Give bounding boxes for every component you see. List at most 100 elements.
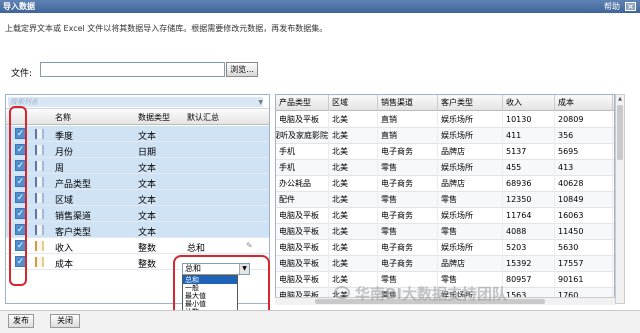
field-type[interactable]: 整数 [138, 241, 156, 254]
field-row[interactable]: ✓ 客户类型 文本 [6, 222, 269, 238]
preview-cell: 直销 [378, 112, 438, 128]
col-header-name: 名称 [55, 113, 71, 122]
field-name[interactable]: 区域 [55, 193, 73, 206]
preview-cell: 北美 [329, 144, 378, 160]
search-dropdown-icon[interactable]: ▼ [258, 99, 263, 106]
dimension-icon [35, 225, 44, 235]
preview-cell: 12350 [503, 192, 555, 208]
field-row[interactable]: ✓ 周文本 [6, 158, 269, 174]
preview-cell: 零售 [438, 224, 503, 240]
preview-cell: 4088 [503, 224, 555, 240]
preview-row: 电脑及平板 北美 零售 零售 4088 11450 [276, 224, 614, 240]
preview-cell: 北美 [329, 208, 378, 224]
dimension-icon [35, 209, 44, 219]
field-row[interactable]: ✓ 销售渠道 文本 [6, 206, 269, 222]
preview-cell: 5630 [555, 240, 613, 256]
field-type[interactable]: 文本 [138, 129, 156, 142]
field-name[interactable]: 季度 [55, 129, 73, 142]
scroll-thumb[interactable] [617, 105, 623, 160]
preview-cell: 455 [503, 160, 555, 176]
close-icon[interactable]: × [625, 2, 636, 11]
preview-cell: 零售 [378, 160, 438, 176]
preview-cell: 413 [555, 160, 613, 176]
preview-cell: 北美 [329, 192, 378, 208]
field-name[interactable]: 周 [55, 161, 64, 174]
preview-column-header[interactable]: 销售渠道 [378, 95, 438, 111]
file-label: 文件: [11, 69, 33, 79]
preview-cell: 电脑及平板 [276, 224, 329, 240]
preview-cell: 11450 [555, 224, 613, 240]
browse-button[interactable]: 浏览... [226, 62, 258, 77]
preview-cell: 电脑及平板 [276, 256, 329, 272]
preview-cell: 北美 [329, 160, 378, 176]
dimension-icon [35, 145, 44, 155]
file-path-input[interactable] [40, 62, 225, 77]
scroll-up-icon[interactable]: ▲ [616, 95, 624, 104]
vertical-scrollbar[interactable]: ▲ [615, 94, 625, 304]
preview-column-header[interactable]: 区域 [329, 95, 378, 111]
publish-button[interactable]: 发布 [8, 314, 34, 328]
preview-cell: 20809 [555, 112, 613, 128]
field-type[interactable]: 日期 [138, 145, 156, 158]
preview-cell: 15392 [503, 256, 555, 272]
preview-cell: 娱乐场所 [438, 208, 503, 224]
col-header-agg: 默认汇总 [187, 113, 219, 122]
help-link[interactable]: 帮助 [604, 0, 620, 13]
field-aggregation[interactable]: 总和 [187, 241, 205, 254]
field-name[interactable]: 客户类型 [55, 225, 91, 238]
preview-cell: 手机 [276, 144, 329, 160]
field-row[interactable]: ✓ 收入 整数 总和 ✎ [6, 238, 269, 254]
preview-column-header[interactable]: 产品类型 [276, 95, 329, 111]
field-name[interactable]: 销售渠道 [55, 209, 91, 222]
highlight-checkbox-column [9, 106, 27, 286]
preview-row: 办公耗品 北美 电子商务 品牌店 68936 40628 [276, 176, 614, 192]
preview-cell: 10130 [503, 112, 555, 128]
preview-cell: 品牌店 [438, 176, 503, 192]
field-name[interactable]: 月份 [55, 145, 73, 158]
preview-cell: 家用视听及家庭影院 [276, 128, 329, 144]
preview-cell: 品牌店 [438, 144, 503, 160]
wechat-logo-icon [334, 286, 350, 299]
field-type[interactable]: 文本 [138, 209, 156, 222]
field-type[interactable]: 文本 [138, 193, 156, 206]
preview-column-header[interactable]: 收入 [503, 95, 555, 111]
field-type[interactable]: 文本 [138, 161, 156, 174]
description-text: 上载定界文本或 Excel 文件以将其数据导入存储库。根据需要修改元数据，再发布… [5, 24, 328, 33]
preview-cell: 娱乐场所 [438, 240, 503, 256]
field-row[interactable]: ✓ 季度 文本 [6, 126, 269, 142]
preview-cell: 北美 [329, 112, 378, 128]
preview-cell: 电脑及平板 [276, 272, 329, 288]
preview-cell: 娱乐场所 [438, 160, 503, 176]
preview-cell: 品牌店 [438, 256, 503, 272]
preview-cell: 电子商务 [378, 240, 438, 256]
watermark: 华南BI大数据支持团队 [355, 285, 508, 303]
search-input[interactable]: 搜索列名 [8, 97, 263, 107]
preview-cell: 直销 [378, 128, 438, 144]
field-name[interactable]: 收入 [55, 241, 73, 254]
dimension-icon [35, 129, 44, 139]
field-name[interactable]: 成本 [55, 257, 73, 270]
field-row[interactable]: ✓ 月份 日期 [6, 142, 269, 158]
preview-row: 配件 北美 零售 零售 12350 10849 [276, 192, 614, 208]
preview-cell: 10849 [555, 192, 613, 208]
preview-cell: 80957 [503, 272, 555, 288]
preview-cell: 电脑及平板 [276, 208, 329, 224]
close-button[interactable]: 关闭 [50, 314, 80, 328]
preview-cell: 电脑及平板 [276, 240, 329, 256]
field-name[interactable]: 产品类型 [55, 177, 91, 190]
edit-pencil-icon[interactable]: ✎ [246, 241, 253, 250]
preview-row: 电脑及平板 北美 电子商务 娱乐场所 11764 16063 [276, 208, 614, 224]
preview-cell: 办公耗品 [276, 176, 329, 192]
preview-cell: 40628 [555, 176, 613, 192]
preview-cell: 北美 [329, 176, 378, 192]
preview-column-header[interactable]: 成本 [555, 95, 613, 111]
field-type[interactable]: 文本 [138, 177, 156, 190]
field-row[interactable]: ✓ 区域 文本 [6, 190, 269, 206]
preview-column-header[interactable]: 客户类型 [438, 95, 503, 111]
measure-icon [35, 241, 44, 251]
field-type[interactable]: 整数 [138, 257, 156, 270]
title-bar: 导入数据 帮助 × [0, 0, 640, 13]
preview-row: 手机 北美 零售 娱乐场所 455 413 [276, 160, 614, 176]
field-row[interactable]: ✓ 产品类型 文本 [6, 174, 269, 190]
field-type[interactable]: 文本 [138, 225, 156, 238]
